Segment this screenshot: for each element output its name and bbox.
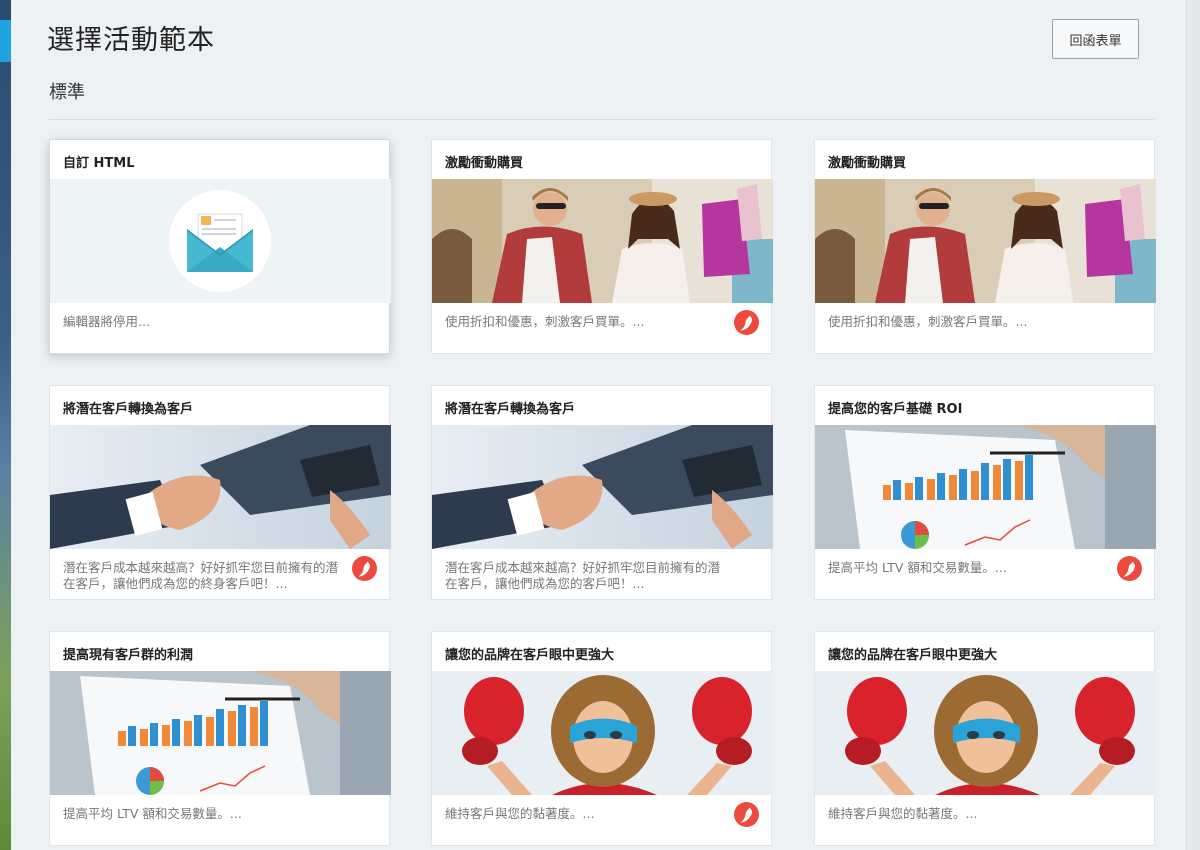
template-card-lead-conversion[interactable]: 將潛在客戶轉換為客戶 潛在客戶成本越來越高？好好抓牢您目前擁有的潛在客戶，讓他們… [431, 385, 773, 600]
divider [49, 119, 1154, 120]
handshake-image [432, 425, 773, 549]
pepper-icon [1117, 556, 1142, 581]
card-description: 提高平均 LTV 額和交易數量。... [63, 806, 242, 821]
card-description: 潛在客戶成本越來越高？好好抓牢您目前擁有的潛在客戶，讓他們成為您的終身客戶吧！.… [63, 560, 339, 591]
card-description: 維持客戶與您的黏著度。... [828, 806, 978, 821]
scrollbar[interactable] [1186, 0, 1200, 850]
shopping-couple-image [432, 179, 773, 303]
card-title: 讓您的品牌在客戶眼中更強大 [445, 648, 615, 663]
back-to-form-button[interactable]: 回函表單 [1052, 19, 1139, 59]
superhero-kid-image [815, 671, 1156, 795]
page-title: 選擇活動範本 [47, 25, 215, 56]
template-picker-panel: 選擇活動範本 回函表單 標準 自訂 HTML 編輯器將停用... 激勵衝動購買 [11, 0, 1186, 850]
template-card-brand-strength[interactable]: 讓您的品牌在客戶眼中更強大 維持客戶與您的黏著度。... [431, 631, 773, 846]
card-title: 激勵衝動購買 [445, 156, 524, 171]
card-description: 編輯器將停用... [63, 314, 150, 329]
accent-tab [0, 20, 11, 62]
template-card-impulse-buy[interactable]: 激勵衝動購買 使用折扣和優惠，刺激客戶買單。... [814, 139, 1156, 354]
chart-report-image [815, 425, 1156, 549]
card-description: 潛在客戶成本越來越高？好好抓牢您目前擁有的潛在客戶，讓他們成為您的客戶吧！... [445, 560, 721, 591]
card-description: 提高平均 LTV 額和交易數量。... [828, 560, 1007, 575]
pepper-icon [734, 310, 759, 335]
template-card-profit[interactable]: 提高現有客戶群的利潤 提高平均 LTV 額和交易數量。... [49, 631, 391, 846]
template-card-roi[interactable]: 提高您的客戶基礎 ROI 提高平均 LTV 額和交易數量。... [814, 385, 1156, 600]
card-description: 使用折扣和優惠，刺激客戶買單。... [445, 314, 645, 329]
card-description: 維持客戶與您的黏著度。... [445, 806, 595, 821]
card-title: 將潛在客戶轉換為客戶 [63, 402, 194, 417]
superhero-kid-image [432, 671, 773, 795]
card-title: 提高您的客戶基礎 ROI [828, 402, 963, 417]
template-card-lead-conversion[interactable]: 將潛在客戶轉換為客戶 潛在客戶成本越來越高？好好抓牢您目前擁有的潛在客戶，讓他們… [49, 385, 391, 600]
card-title: 激勵衝動購買 [828, 156, 907, 171]
card-title: 自訂 HTML [63, 156, 135, 171]
pepper-icon [352, 556, 377, 581]
template-card-custom-html[interactable]: 自訂 HTML 編輯器將停用... [49, 139, 391, 354]
template-card-impulse-buy[interactable]: 激勵衝動購買 使用折扣和優惠，刺激客戶買單。... [431, 139, 773, 354]
envelope-icon [50, 179, 391, 303]
left-background-strip [0, 0, 11, 850]
section-title: 標準 [49, 82, 85, 103]
card-title: 讓您的品牌在客戶眼中更強大 [828, 648, 998, 663]
chart-report-image [50, 671, 391, 795]
shopping-couple-image [815, 179, 1156, 303]
pepper-icon [734, 802, 759, 827]
card-title: 提高現有客戶群的利潤 [63, 648, 194, 663]
card-description: 使用折扣和優惠，刺激客戶買單。... [828, 314, 1028, 329]
handshake-image [50, 425, 391, 549]
card-title: 將潛在客戶轉換為客戶 [445, 402, 576, 417]
template-card-brand-strength[interactable]: 讓您的品牌在客戶眼中更強大 維持客戶與您的黏著度。... [814, 631, 1156, 846]
